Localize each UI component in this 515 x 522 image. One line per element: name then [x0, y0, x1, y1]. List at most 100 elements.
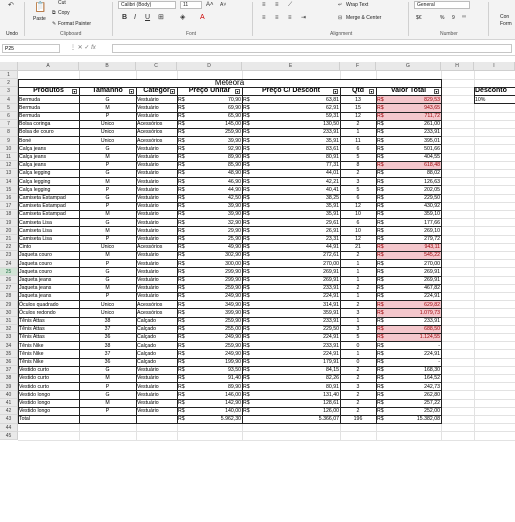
- row-header[interactable]: 5: [0, 103, 18, 112]
- paste-button[interactable]: Paste: [33, 16, 46, 22]
- row-header[interactable]: 21: [0, 235, 18, 244]
- column-header-g[interactable]: G: [376, 62, 441, 71]
- row-header[interactable]: 7: [0, 120, 18, 129]
- comma-format-button[interactable]: 9: [452, 15, 455, 21]
- row-header[interactable]: 25: [0, 267, 18, 276]
- filter-dropdown-icon[interactable]: ▾: [434, 88, 439, 94]
- conditional-formatting-button[interactable]: Con: [500, 14, 509, 20]
- column-header-a[interactable]: A: [18, 62, 79, 71]
- row-header[interactable]: 20: [0, 226, 18, 235]
- copy-button[interactable]: Copy: [58, 10, 70, 16]
- bold-icon[interactable]: B: [122, 14, 127, 22]
- row-header[interactable]: 6: [0, 112, 18, 121]
- wrap-text-icon[interactable]: ↵: [338, 1, 342, 9]
- indent-icon[interactable]: ⇥: [301, 14, 306, 22]
- align-left-icon[interactable]: ≡: [262, 14, 266, 22]
- decrease-font-icon[interactable]: A˅: [220, 1, 226, 9]
- row-header[interactable]: 12: [0, 161, 18, 170]
- column-header-i[interactable]: I: [474, 62, 515, 71]
- row-header[interactable]: 45: [0, 431, 18, 440]
- column-header-d[interactable]: D: [177, 62, 242, 71]
- row-header[interactable]: 40: [0, 390, 18, 399]
- percent-format-button[interactable]: %: [440, 15, 444, 21]
- cut-button[interactable]: Cut: [58, 0, 66, 6]
- name-box[interactable]: P25: [2, 44, 60, 53]
- underline-icon[interactable]: U: [145, 14, 150, 22]
- row-header[interactable]: 18: [0, 210, 18, 219]
- row-header[interactable]: 31: [0, 317, 18, 326]
- row-header[interactable]: 24: [0, 259, 18, 268]
- row-header[interactable]: 26: [0, 276, 18, 285]
- align-center-icon[interactable]: ≡: [275, 14, 279, 22]
- column-header-e[interactable]: E: [242, 62, 340, 71]
- format-painter-icon[interactable]: ✎: [52, 20, 56, 28]
- wrap-text-button[interactable]: Wrap Text: [346, 2, 368, 8]
- row-header[interactable]: 32: [0, 325, 18, 334]
- font-size-select[interactable]: 11: [180, 1, 202, 9]
- filter-dropdown-icon[interactable]: ▾: [170, 88, 175, 94]
- paste-icon[interactable]: 📋: [34, 3, 46, 13]
- row-header[interactable]: 34: [0, 341, 18, 350]
- column-header-f[interactable]: F: [340, 62, 376, 71]
- align-right-icon[interactable]: ≡: [288, 14, 292, 22]
- filter-dropdown-icon[interactable]: ▾: [235, 88, 240, 94]
- italic-icon[interactable]: I: [134, 14, 136, 22]
- row-header[interactable]: 1: [0, 71, 18, 80]
- row-header[interactable]: 23: [0, 251, 18, 260]
- format-as-table-button[interactable]: Form: [500, 21, 512, 27]
- format-painter-button[interactable]: Format Painter: [58, 21, 91, 27]
- undo-icon[interactable]: ↶: [8, 2, 14, 10]
- row-header[interactable]: 29: [0, 300, 18, 309]
- align-top-icon[interactable]: ≡: [262, 1, 266, 9]
- fx-icon[interactable]: fx: [91, 45, 96, 51]
- column-header-h[interactable]: H: [441, 62, 474, 71]
- font-family-select[interactable]: Calibri (Body): [118, 1, 176, 9]
- row-header[interactable]: 13: [0, 169, 18, 178]
- row-header[interactable]: 37: [0, 366, 18, 375]
- select-all-corner[interactable]: [0, 62, 18, 71]
- increase-font-icon[interactable]: A˄: [206, 1, 214, 9]
- row-header[interactable]: 17: [0, 202, 18, 211]
- row-header[interactable]: 10: [0, 144, 18, 153]
- row-header[interactable]: 9: [0, 136, 18, 145]
- row-header[interactable]: 44: [0, 423, 18, 432]
- merge-center-button[interactable]: Merge & Center: [346, 15, 381, 21]
- filter-dropdown-icon[interactable]: ▾: [333, 88, 338, 94]
- row-header[interactable]: 43: [0, 415, 18, 424]
- row-header[interactable]: 30: [0, 308, 18, 317]
- row-header[interactable]: 4: [0, 95, 18, 104]
- borders-icon[interactable]: ⊞: [158, 14, 164, 22]
- align-middle-icon[interactable]: ≡: [275, 1, 279, 9]
- orientation-icon[interactable]: ⟋: [288, 1, 292, 9]
- row-header[interactable]: 8: [0, 128, 18, 137]
- row-header[interactable]: 42: [0, 407, 18, 416]
- font-color-icon[interactable]: A: [200, 14, 205, 22]
- row-header[interactable]: 15: [0, 185, 18, 194]
- row-header[interactable]: 35: [0, 349, 18, 358]
- column-header-c[interactable]: C: [136, 62, 177, 71]
- row-header[interactable]: 16: [0, 194, 18, 203]
- row-header[interactable]: 33: [0, 333, 18, 342]
- copy-icon[interactable]: ⧉: [52, 9, 56, 17]
- row-header[interactable]: 2: [0, 79, 18, 88]
- filter-dropdown-icon[interactable]: ▾: [72, 88, 77, 94]
- currency-format-button[interactable]: $€: [416, 15, 422, 21]
- merge-icon[interactable]: ⊟: [338, 14, 342, 22]
- fill-color-icon[interactable]: ◈: [180, 14, 185, 22]
- row-header[interactable]: 14: [0, 177, 18, 186]
- filter-dropdown-icon[interactable]: ▾: [369, 88, 374, 94]
- filter-dropdown-icon[interactable]: ▾: [129, 88, 134, 94]
- row-header[interactable]: 3: [0, 87, 18, 96]
- column-header-b[interactable]: B: [79, 62, 136, 71]
- row-header[interactable]: 28: [0, 292, 18, 301]
- row-header[interactable]: 22: [0, 243, 18, 252]
- row-header[interactable]: 38: [0, 374, 18, 383]
- number-format-select[interactable]: General: [414, 1, 470, 9]
- row-header[interactable]: 36: [0, 358, 18, 367]
- decimal-icon[interactable]: ⁰⁰: [462, 14, 466, 22]
- formula-input[interactable]: [112, 44, 512, 53]
- row-header[interactable]: 39: [0, 382, 18, 391]
- row-header[interactable]: 19: [0, 218, 18, 227]
- row-header[interactable]: 41: [0, 399, 18, 408]
- row-header[interactable]: 11: [0, 153, 18, 162]
